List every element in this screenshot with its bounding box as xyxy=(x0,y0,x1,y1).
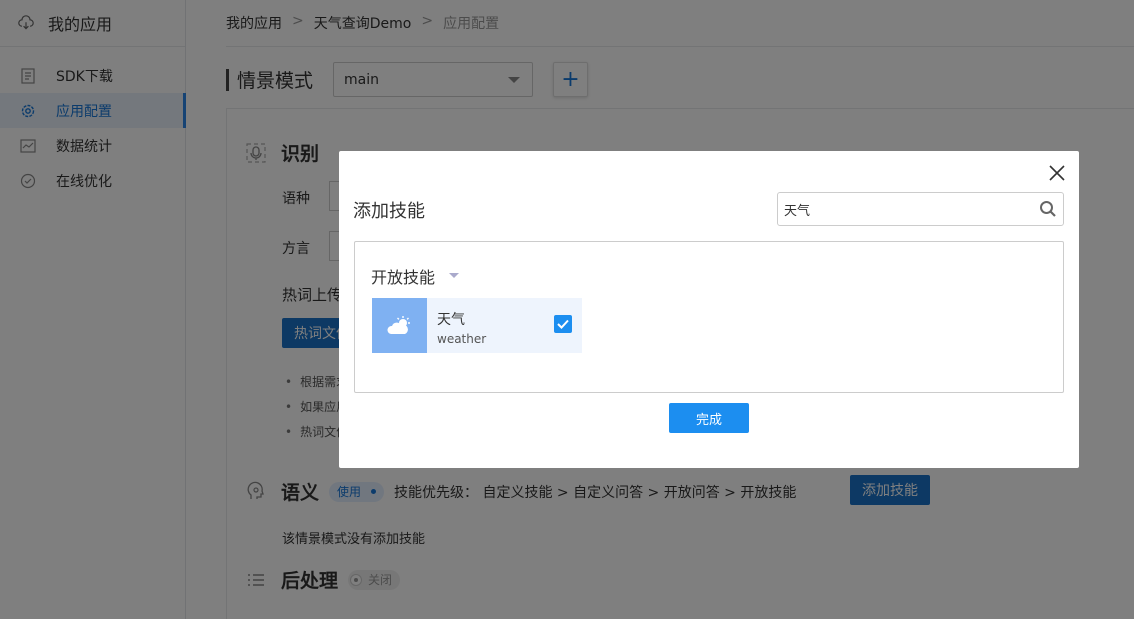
skill-list: 开放技能 天气 weather xyxy=(354,241,1064,393)
skill-name: 天气 xyxy=(437,312,465,328)
weather-icon xyxy=(372,298,427,353)
category-label: 开放技能 xyxy=(371,268,436,287)
skill-card[interactable]: 天气 weather xyxy=(372,298,582,353)
skill-search-input[interactable]: 天气 xyxy=(777,192,1064,226)
search-value: 天气 xyxy=(784,203,811,219)
search-icon[interactable] xyxy=(1033,200,1063,218)
chevron-down-icon xyxy=(449,272,460,278)
add-skill-dialog: 添加技能 天气 开放技能 天气 weather 完成 xyxy=(339,151,1079,468)
dialog-title: 添加技能 xyxy=(353,201,425,222)
skill-id: weather xyxy=(437,332,487,346)
close-icon[interactable] xyxy=(1047,163,1067,183)
category-dropdown[interactable]: 开放技能 xyxy=(371,264,460,288)
done-button[interactable]: 完成 xyxy=(669,403,749,433)
skill-checkbox[interactable] xyxy=(554,315,572,333)
